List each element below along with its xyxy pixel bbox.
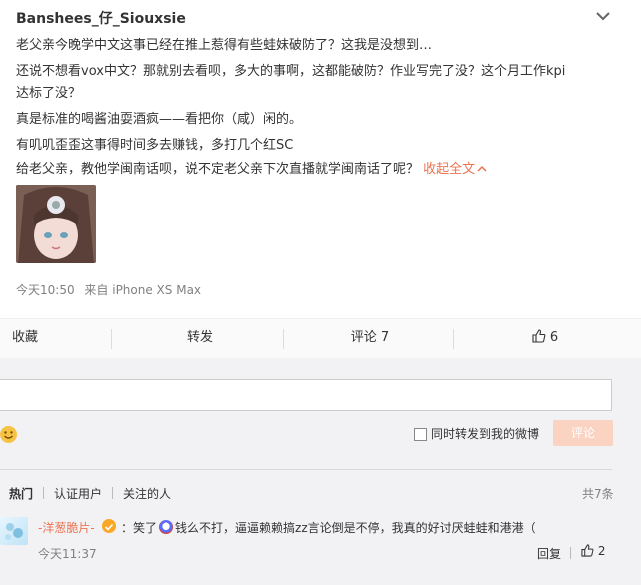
post-meta: 今天10:50 来自 iPhone XS Max	[16, 281, 207, 298]
tab-divider	[43, 487, 44, 499]
comment-text: ：笑了 钱么不打，逼逼赖赖搞zz言论倒是不停，我真的好讨厌蛙蛙和港港（	[121, 519, 536, 536]
like-count: 6	[549, 330, 559, 345]
post-author-name[interactable]: Banshees_仔_Siouxsie	[16, 8, 186, 28]
comment-text-before: ：笑了	[121, 521, 158, 535]
post-text-line-1: 老父亲今晚学中文这事已经在推上惹得有些蛙妹破防了？这我是没想到…	[16, 38, 433, 53]
collapse-label: 收起全文	[423, 162, 476, 177]
comment-tabs-divider	[0, 469, 612, 470]
like-button[interactable]: 6	[515, 319, 575, 359]
commenter-name[interactable]: -洋葱脆片-	[38, 519, 95, 536]
post-text-line-6-content: 给老父亲，教他学闽南话呗，说不定老父亲下次直播就学闽南话了呢？	[16, 162, 420, 177]
comment-time: 今天11:37	[38, 547, 97, 561]
post-image-thumbnail[interactable]	[16, 185, 96, 263]
thumbs-up-icon	[532, 329, 546, 343]
tab-following[interactable]: 关注的人	[123, 485, 171, 502]
comment-button[interactable]: 评论 7	[330, 319, 410, 359]
comment-reply-button[interactable]: 回复	[537, 545, 561, 562]
repost-button[interactable]: 转发	[160, 319, 240, 359]
post-source: 来自 iPhone XS Max	[84, 283, 202, 297]
verified-badge-icon	[102, 519, 116, 533]
tab-divider	[112, 487, 113, 499]
tab-verified-users[interactable]: 认证用户	[54, 485, 102, 502]
commenter-avatar[interactable]	[0, 517, 28, 545]
thumbs-up-icon	[581, 544, 594, 557]
submit-comment-button[interactable]: 评论	[553, 420, 613, 446]
comment-total: 共7条	[582, 487, 614, 501]
post-text-line-6: 给老父亲，教他学闽南话呗，说不定老父亲下次直播就学闽南话了呢？ 收起全文	[16, 158, 487, 177]
collapse-text-link[interactable]: 收起全文	[423, 162, 487, 177]
comment-text-after: 钱么不打，逼逼赖赖搞zz言论倒是不停，我真的好讨厌蛙蛙和港港（	[175, 521, 536, 535]
action-divider	[111, 329, 112, 349]
emoji-icon[interactable]	[0, 426, 17, 443]
shock-emoji-icon	[159, 520, 174, 534]
action-divider	[283, 329, 284, 349]
favorite-button[interactable]: 收藏	[12, 319, 52, 359]
tab-hot[interactable]: 热门	[9, 485, 33, 502]
comment-action-divider	[570, 547, 571, 559]
post-time[interactable]: 今天10:50	[16, 283, 75, 297]
comment-like-count: 2	[597, 544, 606, 558]
forward-checkbox[interactable]	[414, 428, 427, 441]
comment-input[interactable]	[0, 379, 612, 411]
commenter-avatar-image	[5, 523, 23, 540]
action-divider	[453, 329, 454, 349]
post-text-line-2: 还说不想看vox中文？那就别去看呗，多大的事啊，这都能破防？作业写完了没？这个月…	[16, 64, 566, 79]
anime-character-image	[16, 185, 96, 263]
comment-like-button[interactable]: 2	[581, 544, 605, 558]
post-action-bar: 收藏 转发 评论 7 6	[0, 318, 641, 360]
post-text-line-4: 真是标准的喝酱油耍酒疯——看把你（咸）闲的。	[16, 112, 303, 127]
chevron-up-icon	[477, 165, 487, 172]
chevron-down-icon[interactable]	[594, 9, 612, 23]
smiley-face-icon	[4, 431, 13, 439]
checkmark-icon	[104, 523, 114, 531]
post-text-line-5: 有叽叽歪歪这事得时间多去赚钱，多打几个红SC	[16, 138, 294, 153]
forward-checkbox-label[interactable]: 同时转发到我的微博	[431, 425, 539, 442]
post-text-line-3: 达标了没？	[16, 86, 82, 101]
